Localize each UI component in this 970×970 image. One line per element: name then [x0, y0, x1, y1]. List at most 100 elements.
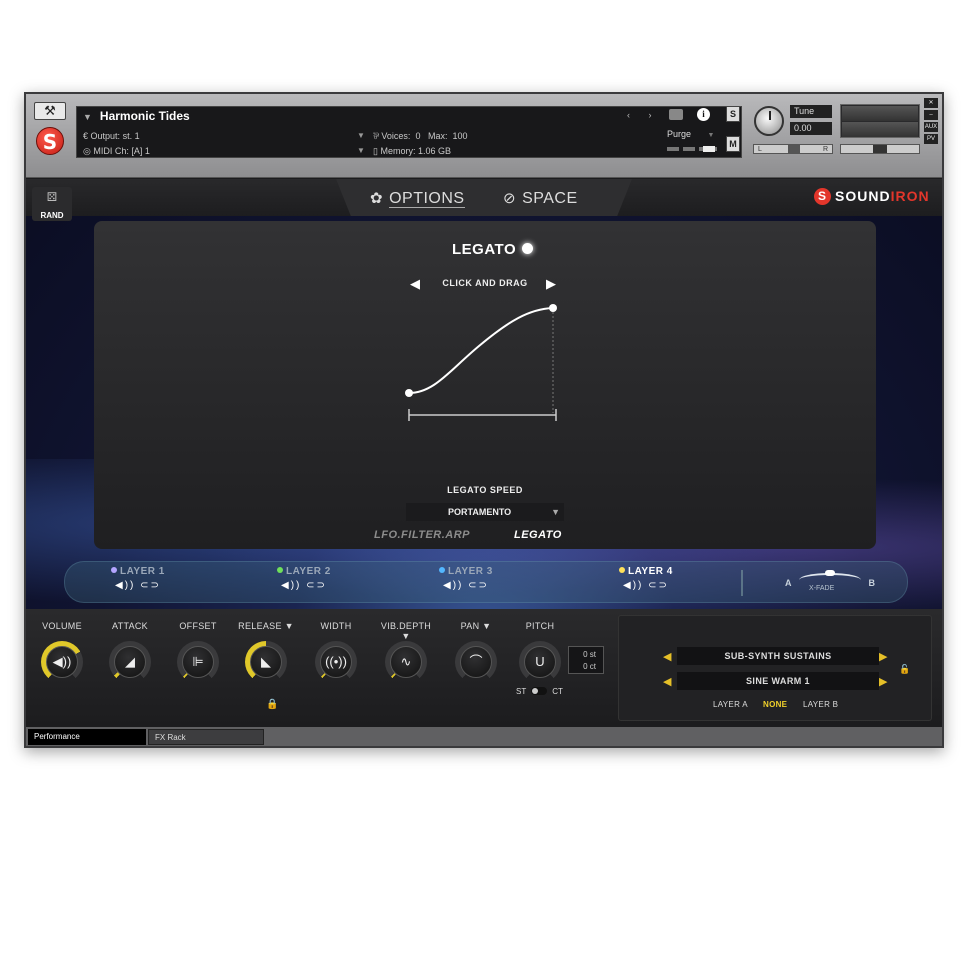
- volume-label: VOLUME: [42, 621, 82, 631]
- pan-slider[interactable]: LR: [753, 144, 833, 154]
- patch-1-prev-arrow-icon[interactable]: ◀: [663, 650, 671, 663]
- pan-handle[interactable]: [788, 145, 800, 153]
- link-icon[interactable]: ⊂⊃: [468, 580, 489, 591]
- output-label: Output:: [90, 131, 121, 141]
- mute-button[interactable]: M: [726, 136, 740, 152]
- tab-fx-rack[interactable]: FX Rack: [148, 729, 264, 745]
- subtab-legato[interactable]: LEGATO: [514, 529, 562, 541]
- st-label: ST: [516, 687, 527, 696]
- speaker-icon[interactable]: ◀)): [115, 580, 135, 591]
- xfade-b-label: B: [868, 578, 876, 588]
- volume-knob[interactable]: ◀)): [41, 641, 83, 683]
- patch-1-next-arrow-icon[interactable]: ▶: [879, 650, 887, 663]
- close-icon[interactable]: ✕: [924, 98, 938, 108]
- curve-end-handle[interactable]: [549, 304, 557, 312]
- pitch-readout[interactable]: 0 st 0 ct: [568, 646, 604, 674]
- release-knob[interactable]: ◣: [245, 641, 287, 683]
- vib-depth-knob[interactable]: ∿: [385, 641, 427, 683]
- speaker-icon[interactable]: ◀)): [281, 580, 301, 591]
- pitch-knob[interactable]: U: [519, 641, 561, 683]
- offset-control: OFFSET ⊫: [168, 621, 228, 683]
- bottom-tab-bar: Performance FX Rack: [26, 727, 942, 746]
- xfade-label: X-FADE: [809, 585, 835, 592]
- patch-2-selector[interactable]: SINE WARM 1: [677, 672, 879, 690]
- tab-performance[interactable]: Performance: [28, 729, 146, 745]
- output-value: st. 1: [122, 131, 140, 141]
- release-label[interactable]: RELEASE ▼: [236, 621, 296, 635]
- level-meter: [840, 104, 920, 138]
- layer-a-button[interactable]: LAYER A: [713, 700, 748, 709]
- tune-value[interactable]: 0.00: [790, 122, 832, 135]
- legato-curve-editor[interactable]: [399, 301, 559, 421]
- camera-icon[interactable]: [669, 109, 683, 120]
- solo-button[interactable]: S: [726, 106, 740, 122]
- attack-label: ATTACK: [112, 621, 148, 631]
- link-icon[interactable]: ⊂⊃: [140, 580, 161, 591]
- vib-depth-label[interactable]: VIB.DEPTH ▼: [376, 621, 436, 641]
- aux-button[interactable]: AUX: [924, 122, 938, 132]
- legato-speed-label: LEGATO SPEED: [447, 485, 523, 495]
- patch-1-selector[interactable]: SUB-SYNTH SUSTAINS: [677, 647, 879, 665]
- layer-none-button[interactable]: NONE: [763, 700, 787, 709]
- output-dropdown-icon[interactable]: ▼: [357, 131, 365, 140]
- output-row[interactable]: € Output: st. 1: [83, 129, 140, 144]
- soundiron-brand: S SOUNDIRON: [814, 188, 930, 205]
- tune-knob[interactable]: [754, 106, 784, 136]
- instrument-info-panel: ▼ Harmonic Tides € Output: st. 1 ◎ MIDI C…: [76, 106, 742, 158]
- layer-b-button[interactable]: LAYER B: [803, 700, 838, 709]
- curve-start-handle[interactable]: [405, 389, 413, 397]
- volume-slider[interactable]: [840, 144, 920, 154]
- layer-1-label: LAYER 1: [120, 566, 165, 577]
- xfade-control[interactable]: A X-FADE B: [785, 570, 876, 595]
- attack-knob[interactable]: ◢: [109, 641, 151, 683]
- layer-4[interactable]: LAYER 4 ◀)) ⊂⊃: [619, 566, 673, 591]
- collapse-triangle-icon[interactable]: ▼: [83, 112, 92, 122]
- wrench-icon[interactable]: ⚒: [34, 102, 66, 120]
- pan-label[interactable]: PAN ▼: [446, 621, 506, 635]
- patch-lock-icon[interactable]: 🔓: [899, 664, 910, 675]
- midi-row[interactable]: ◎ MIDI Ch: [A] 1: [83, 144, 150, 159]
- layer-color-dot: [111, 567, 117, 573]
- layer-3[interactable]: LAYER 3 ◀)) ⊂⊃: [439, 566, 493, 591]
- max-value: 100: [452, 131, 468, 141]
- legato-toggle-led[interactable]: [522, 243, 534, 254]
- link-icon[interactable]: ⊂⊃: [306, 580, 327, 591]
- speaker-icon[interactable]: ◀)): [443, 580, 463, 591]
- release-lock-icon[interactable]: 🔒: [266, 699, 278, 710]
- offset-knob[interactable]: ⊫: [177, 641, 219, 683]
- rand-button[interactable]: ⚄ RAND: [32, 187, 72, 221]
- control-strip: VOLUME ◀)) ATTACK ◢ OFFSET ⊫ RELEASE ▼ ◣…: [26, 609, 942, 727]
- minimize-icon[interactable]: –: [924, 110, 938, 120]
- layer-1[interactable]: LAYER 1 ◀)) ⊂⊃: [111, 566, 165, 591]
- legato-speed-dropdown[interactable]: PORTAMENTO ▼: [406, 503, 564, 521]
- width-control: WIDTH ((•)): [306, 621, 366, 683]
- subtab-lfo-filter-arp[interactable]: LFO.FILTER.ARP: [374, 529, 470, 541]
- purge-button[interactable]: Purge ▼: [667, 129, 714, 139]
- tab-space[interactable]: ⊘ SPACE: [503, 189, 578, 208]
- preset-nav-arrows-icon[interactable]: ‹ ›: [627, 110, 660, 120]
- soundiron-logo-icon: S: [36, 127, 64, 155]
- pan-knob[interactable]: ⌒: [455, 641, 497, 683]
- pitch-st-value: 0 st: [583, 650, 596, 659]
- curve-next-arrow-icon[interactable]: ▶: [546, 276, 556, 292]
- speaker-icon[interactable]: ◀)): [623, 580, 643, 591]
- instrument-name-row[interactable]: ▼ Harmonic Tides: [83, 109, 190, 124]
- midi-dropdown-icon[interactable]: ▼: [357, 146, 365, 155]
- volume-control: VOLUME ◀)): [32, 621, 92, 683]
- width-knob[interactable]: ((•)): [315, 641, 357, 683]
- pv-button[interactable]: PV: [924, 134, 938, 144]
- speaker-icon: ◀)): [46, 646, 78, 678]
- xfade-handle[interactable]: [825, 570, 835, 576]
- layer-2[interactable]: LAYER 2 ◀)) ⊂⊃: [277, 566, 331, 591]
- patch-2-prev-arrow-icon[interactable]: ◀: [663, 675, 671, 688]
- link-icon[interactable]: ⊂⊃: [648, 580, 669, 591]
- kontakt-instrument-window: ⚒ S ▼ Harmonic Tides € Output: st. 1 ◎ MI…: [24, 92, 944, 748]
- info-icon[interactable]: i: [697, 108, 710, 121]
- tab-options[interactable]: ✿ OPTIONS: [370, 189, 465, 208]
- max-label: Max:: [427, 131, 448, 141]
- legato-title[interactable]: LEGATO: [452, 241, 534, 258]
- st-ct-toggle[interactable]: ST CT: [516, 687, 563, 696]
- voices-value: 0: [415, 131, 421, 141]
- patch-2-next-arrow-icon[interactable]: ▶: [879, 675, 887, 688]
- st-ct-switch[interactable]: [531, 687, 548, 695]
